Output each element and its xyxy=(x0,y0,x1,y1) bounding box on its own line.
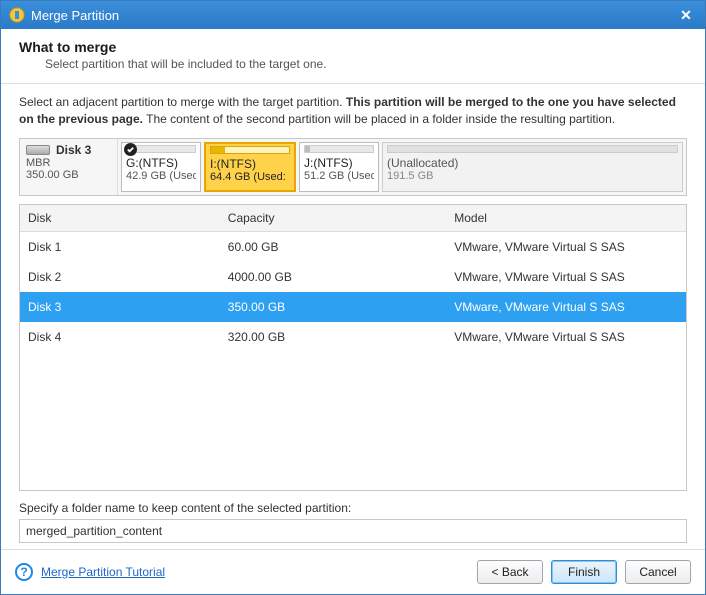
disk-icon xyxy=(26,145,50,155)
folder-name-input[interactable] xyxy=(19,519,687,543)
intro-post: The content of the second partition will… xyxy=(143,112,615,126)
cell-disk: Disk 3 xyxy=(20,292,220,322)
finish-button[interactable]: Finish xyxy=(551,560,617,584)
cell-capacity: 60.00 GB xyxy=(220,231,446,262)
disk-name: Disk 3 xyxy=(56,143,91,157)
content-area: Select an adjacent partition to merge wi… xyxy=(1,84,705,549)
disk-table: Disk Capacity Model Disk 160.00 GBVMware… xyxy=(20,205,686,352)
cell-capacity: 350.00 GB xyxy=(220,292,446,322)
disk-size: 350.00 GB xyxy=(26,169,113,181)
page-heading: What to merge xyxy=(19,39,687,55)
cell-capacity: 4000.00 GB xyxy=(220,262,446,292)
cell-model: VMware, VMware Virtual S SAS xyxy=(446,262,686,292)
disk-type: MBR xyxy=(26,157,113,169)
partition-GNTFS[interactable]: G:(NTFS)42.9 GB (Used: xyxy=(121,142,201,192)
cell-model: VMware, VMware Virtual S SAS xyxy=(446,292,686,322)
intro-pre: Select an adjacent partition to merge wi… xyxy=(19,95,346,109)
cell-disk: Disk 4 xyxy=(20,322,220,352)
intro-text: Select an adjacent partition to merge wi… xyxy=(19,94,687,128)
check-icon xyxy=(124,143,137,156)
cell-model: VMware, VMware Virtual S SAS xyxy=(446,322,686,352)
page-subheading: Select partition that will be included t… xyxy=(19,57,687,71)
back-button[interactable]: < Back xyxy=(477,560,543,584)
partition-group: G:(NTFS)42.9 GB (Used:I:(NTFS)64.4 GB (U… xyxy=(118,139,686,195)
disk-table-wrap: Disk Capacity Model Disk 160.00 GBVMware… xyxy=(19,204,687,491)
page-header: What to merge Select partition that will… xyxy=(1,29,705,84)
cell-disk: Disk 1 xyxy=(20,231,220,262)
table-row[interactable]: Disk 160.00 GBVMware, VMware Virtual S S… xyxy=(20,231,686,262)
partition-JNTFS[interactable]: J:(NTFS)51.2 GB (Used: xyxy=(299,142,379,192)
table-row[interactable]: Disk 24000.00 GBVMware, VMware Virtual S… xyxy=(20,262,686,292)
footer: ? Merge Partition Tutorial < Back Finish… xyxy=(1,549,705,594)
partition-size: 64.4 GB (Used: xyxy=(210,171,290,183)
cell-disk: Disk 2 xyxy=(20,262,220,292)
titlebar: Merge Partition ✕ xyxy=(1,1,705,29)
app-icon xyxy=(9,7,25,23)
table-row[interactable]: Disk 3350.00 GBVMware, VMware Virtual S … xyxy=(20,292,686,322)
disk-info: Disk 3 MBR 350.00 GB xyxy=(20,139,118,195)
tutorial-link[interactable]: Merge Partition Tutorial xyxy=(41,565,165,579)
partition-unallocated[interactable]: (Unallocated)191.5 GB xyxy=(382,142,683,192)
partition-label: J:(NTFS) xyxy=(304,156,374,170)
help-icon[interactable]: ? xyxy=(15,563,33,581)
partition-size: 42.9 GB (Used: xyxy=(126,170,196,182)
table-row[interactable]: Disk 4320.00 GBVMware, VMware Virtual S … xyxy=(20,322,686,352)
col-capacity[interactable]: Capacity xyxy=(220,205,446,232)
col-disk[interactable]: Disk xyxy=(20,205,220,232)
cell-model: VMware, VMware Virtual S SAS xyxy=(446,231,686,262)
partition-size: 51.2 GB (Used: xyxy=(304,170,374,182)
window-title: Merge Partition xyxy=(31,8,675,23)
partition-label: (Unallocated) xyxy=(387,156,678,170)
partition-INTFS[interactable]: I:(NTFS)64.4 GB (Used: xyxy=(204,142,296,192)
folder-label: Specify a folder name to keep content of… xyxy=(19,501,687,515)
partition-label: I:(NTFS) xyxy=(210,157,290,171)
disk-strip: Disk 3 MBR 350.00 GB G:(NTFS)42.9 GB (Us… xyxy=(19,138,687,196)
col-model[interactable]: Model xyxy=(446,205,686,232)
partition-size: 191.5 GB xyxy=(387,170,678,182)
close-button[interactable]: ✕ xyxy=(675,6,697,24)
partition-label: G:(NTFS) xyxy=(126,156,196,170)
cell-capacity: 320.00 GB xyxy=(220,322,446,352)
cancel-button[interactable]: Cancel xyxy=(625,560,691,584)
